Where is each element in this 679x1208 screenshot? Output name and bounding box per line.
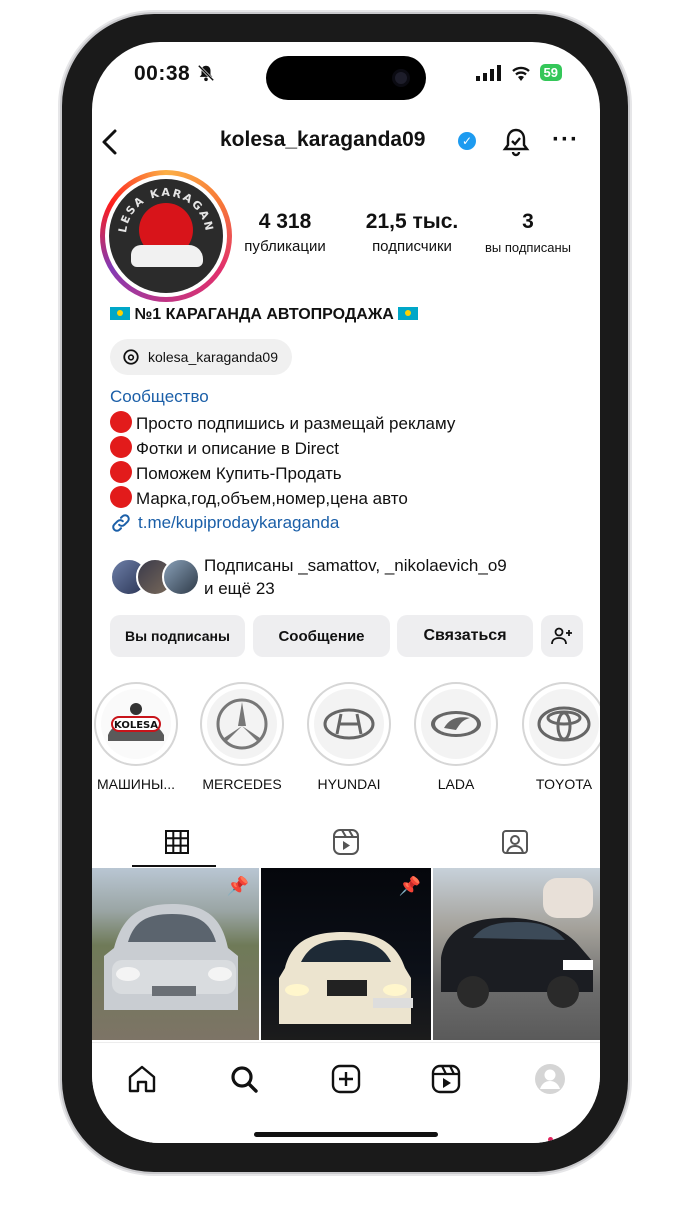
battery-indicator: 59: [539, 64, 562, 81]
red-circle-icon: [110, 461, 132, 483]
verified-badge-icon: ✓: [458, 132, 476, 150]
red-circle-icon: [110, 486, 132, 508]
highlight-hyundai[interactable]: HYUNDAI: [307, 682, 391, 792]
notification-dot: [548, 1137, 553, 1142]
home-icon: [128, 1065, 156, 1093]
wifi-icon: [511, 66, 530, 81]
threads-badge[interactable]: kolesa_karaganda09: [110, 339, 292, 375]
tab-posts-grid[interactable]: [92, 817, 261, 867]
hyundai-logo-icon: [323, 708, 375, 740]
follower-avatar: [162, 558, 200, 596]
toyota-logo-icon: [537, 706, 591, 742]
notification-bell-icon[interactable]: [502, 126, 530, 158]
bottom-navigation: [92, 1042, 600, 1143]
status-icons: 59: [475, 64, 562, 81]
pinned-icon: 📌: [398, 876, 421, 896]
threads-icon: [123, 349, 139, 365]
status-time: 00:38: [134, 62, 215, 86]
bell-muted-icon: [197, 64, 214, 82]
link-icon: [112, 514, 130, 532]
nav-reels[interactable]: [426, 1059, 466, 1099]
post-thumbnail[interactable]: [433, 868, 600, 1040]
avatar-logo: KOLESA KARAGANDA: [109, 179, 223, 293]
lada-logo-icon: [431, 711, 481, 737]
grid-icon: [164, 830, 189, 854]
kazakhstan-flag-icon: [110, 307, 130, 320]
pinned-icon: 📌: [226, 876, 249, 896]
reels-icon: [431, 1064, 461, 1094]
highlight-label: HYUNDAI: [317, 776, 381, 792]
suggest-people-button[interactable]: [541, 615, 583, 657]
tab-reels[interactable]: [261, 817, 430, 867]
bio-text: Просто подпишись и размещай рекламу Фотк…: [110, 411, 455, 511]
bio-line: Поможем Купить-Продать: [110, 461, 455, 486]
highlight-mercedes[interactable]: MERCEDES: [200, 682, 284, 792]
more-options-icon[interactable]: ···: [552, 126, 579, 154]
avatar-car: [131, 245, 203, 267]
home-indicator[interactable]: [254, 1132, 438, 1137]
profile-username: kolesa_karaganda09: [220, 128, 426, 151]
search-icon: [231, 1066, 258, 1093]
highlight-label: LADA: [437, 776, 475, 792]
bio-title: №1 КАРАГАНДА АВТОПРОДАЖА: [110, 306, 419, 324]
highlight-label: МАШИНЫ...: [96, 776, 176, 792]
bio-line: Фотки и описание в Direct: [110, 436, 455, 461]
nav-home[interactable]: [122, 1059, 162, 1099]
content-tabs: [92, 817, 600, 867]
highlight-lada[interactable]: LADA: [414, 682, 498, 792]
post-thumbnail[interactable]: 📌: [261, 868, 431, 1040]
cellular-signal-icon: [475, 64, 501, 81]
message-button[interactable]: Сообщение: [253, 615, 390, 657]
post-thumbnail[interactable]: 📌: [92, 868, 259, 1040]
bio-line: Марка,год,объем,номер,цена авто: [110, 486, 455, 511]
back-arrow-icon[interactable]: [100, 128, 120, 156]
profile-avatar[interactable]: KOLESA KARAGANDA: [100, 170, 232, 302]
bio-link[interactable]: t.me/kupiprodaykaraganda: [110, 512, 339, 534]
camera-icon: [392, 69, 410, 87]
stat-posts[interactable]: 4 318 публикации: [237, 210, 333, 255]
profile-avatar-icon: [535, 1064, 565, 1094]
stat-followers[interactable]: 21,5 тыс. подписчики: [354, 210, 470, 255]
contact-button[interactable]: Связаться: [397, 615, 533, 657]
bio-line: Просто подпишись и размещай рекламу: [110, 411, 455, 436]
mercedes-logo-icon: [216, 698, 268, 750]
red-circle-icon: [110, 436, 132, 458]
kolesa-logo-icon: KOLESA: [108, 703, 164, 741]
highlight-label: MERCEDES: [202, 776, 282, 792]
highlight-mashiny[interactable]: KOLESA МАШИНЫ...: [94, 682, 178, 792]
red-circle-icon: [110, 411, 132, 433]
profile-header: kolesa_karaganda09 ✓ ···: [92, 122, 600, 162]
black-sedan-image: [441, 878, 593, 1008]
tagged-person-icon: [501, 830, 528, 854]
kazakhstan-flag-icon: [398, 307, 419, 320]
active-tab-indicator: [132, 865, 216, 867]
highlight-label: TOYOTA: [535, 776, 593, 792]
profile-category[interactable]: Сообщество: [110, 387, 209, 407]
add-post-icon: [331, 1064, 361, 1094]
following-button[interactable]: Вы подписаны: [110, 615, 245, 657]
svg-text:KOLESA: KOLESA: [114, 720, 158, 731]
instagram-profile-screen: 00:38 59 kolesa_karaganda09 ✓ ··· LESA K…: [92, 42, 600, 1143]
reels-icon: [332, 829, 359, 855]
highlight-toyota[interactable]: TOYOTA: [522, 682, 600, 792]
add-person-icon: [551, 627, 572, 645]
posts-grid: 📌 📌: [92, 868, 600, 1040]
nav-search[interactable]: [224, 1059, 264, 1099]
dynamic-island: [266, 56, 426, 100]
mutual-followers-text: Подписаны _samattov, _nikolaevich_o9 и е…: [204, 556, 507, 598]
nav-create[interactable]: [326, 1059, 366, 1099]
tab-tagged[interactable]: [430, 817, 599, 867]
stat-following[interactable]: 3 вы подписаны: [472, 210, 584, 255]
nav-profile[interactable]: [530, 1059, 570, 1099]
